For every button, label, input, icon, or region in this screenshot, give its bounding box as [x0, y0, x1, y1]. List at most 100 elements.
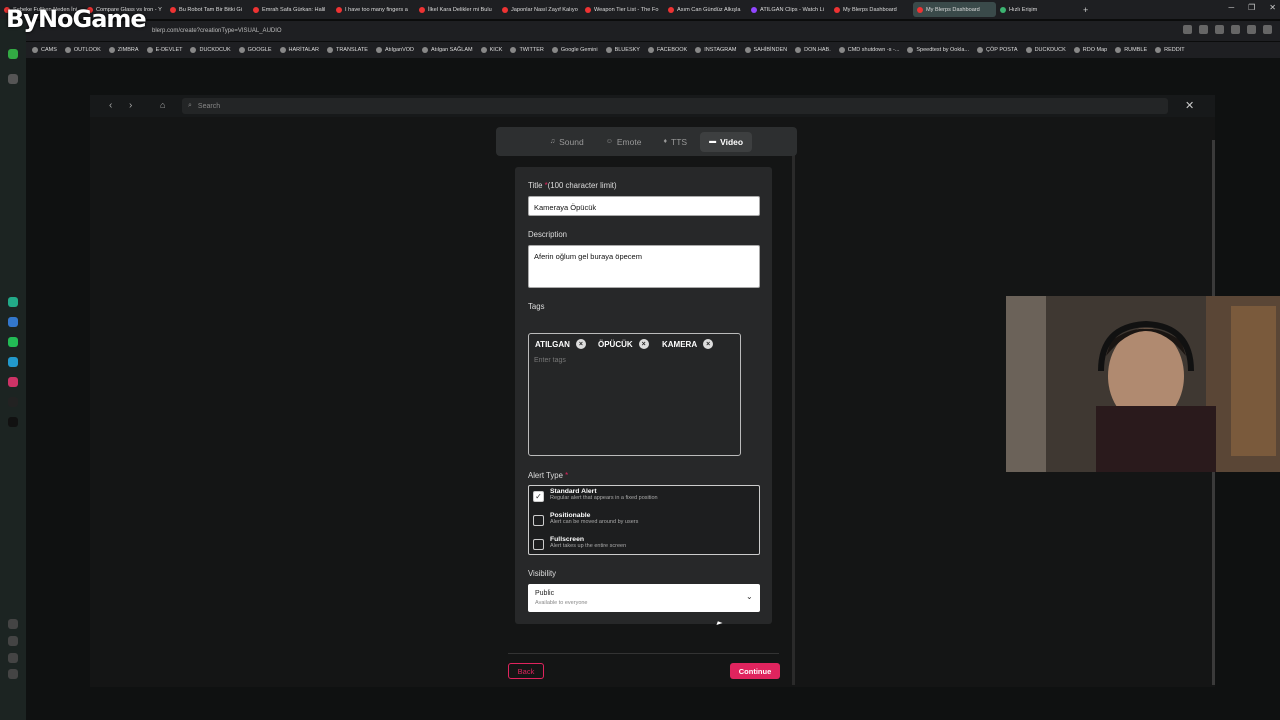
bookmark-icon	[695, 47, 702, 53]
browser-tab[interactable]: Japonlar Nasıl Zayıf Kalıyo	[498, 2, 581, 17]
home-icon[interactable]: ⌂	[160, 100, 165, 110]
tab-emote[interactable]: ☺ Emote	[597, 132, 651, 152]
browser-tab[interactable]: I have too many fingers a	[332, 2, 415, 17]
grid-icon[interactable]	[8, 619, 18, 629]
alert-option-standard-alert[interactable]: ✓ Standard Alert Regular alert that appear…	[533, 488, 658, 502]
bookmark-icon	[744, 47, 751, 53]
extension-icon[interactable]	[1199, 25, 1208, 34]
alert-option-fullscreen[interactable]: Fullscreen Alert takes up the entire scre…	[533, 536, 626, 550]
bookmark-icon	[647, 47, 654, 53]
continue-button[interactable]: Continue	[730, 663, 780, 679]
checkbox[interactable]	[533, 539, 544, 550]
option-description: Regular alert that appears in a fixed po…	[550, 495, 658, 501]
address-bar[interactable]: blerp.com/create?creationType=VISUAL_AUD…	[26, 21, 1280, 41]
bookmark-item[interactable]: ZIMBRA	[108, 47, 139, 53]
bookmark-item[interactable]: Speedtest by Ookla...	[907, 47, 969, 53]
bookmark-item[interactable]: AtılganVOD	[375, 47, 414, 53]
browser-tab[interactable]: Weapon Tier List - The Fo	[581, 2, 664, 17]
browser-tab[interactable]: Asım Can Gündüz Alkışla	[664, 2, 747, 17]
bookmark-item[interactable]: INSTAGRAM	[695, 47, 737, 53]
tab-favicon-icon	[502, 6, 508, 13]
bookmark-icon	[1155, 47, 1162, 53]
tiktok-icon[interactable]	[8, 397, 18, 407]
extension-icon[interactable]	[1231, 25, 1240, 34]
minimize-icon[interactable]: ─	[1228, 3, 1234, 12]
bookmark-item[interactable]: REDDIT	[1155, 47, 1185, 53]
remove-tag-icon[interactable]: ×	[703, 339, 714, 349]
checkbox[interactable]	[533, 515, 544, 526]
browser-tab[interactable]: My Blerps Dashboard	[830, 2, 913, 17]
tab-tts[interactable]: ♦ TTS	[654, 132, 696, 152]
bookmark-item[interactable]: RUMBLE	[1115, 47, 1147, 53]
messenger-icon[interactable]	[8, 317, 18, 327]
x-icon[interactable]	[8, 417, 18, 427]
bookmark-item[interactable]: TWITTER	[510, 47, 544, 53]
bookmark-item[interactable]: DUCKDUCK	[1025, 47, 1066, 53]
close-icon[interactable]: ✕	[1185, 99, 1194, 112]
tab-favicon-icon	[917, 6, 923, 13]
bookmark-item[interactable]: CAMS	[32, 47, 57, 53]
page-icon[interactable]	[8, 74, 18, 84]
browser-tab[interactable]: İlkel Kara Delikler mi Bulu	[415, 2, 498, 17]
tags-placeholder: Enter tags	[534, 357, 566, 364]
bookmark-item[interactable]: OUTLOOK	[64, 47, 101, 53]
bookmark-item[interactable]: DON.HAB.	[795, 47, 831, 53]
telegram-icon[interactable]	[8, 357, 18, 367]
forward-arrow-icon[interactable]: ›	[129, 100, 132, 111]
bookmark-item[interactable]: ÇÖP POSTA	[976, 47, 1018, 53]
edit-icon[interactable]	[8, 636, 18, 646]
remove-tag-icon[interactable]: ×	[575, 339, 586, 349]
bookmark-item[interactable]: HARİTALAR	[279, 47, 319, 53]
bookmark-item[interactable]: TRANSLATE	[326, 47, 368, 53]
bookmark-item[interactable]: CMD shutdown -s -...	[838, 47, 899, 53]
browser-tab[interactable]: Emrah Safa Gürkan: Halil	[249, 2, 332, 17]
bookmark-item[interactable]: FACEBOOK	[647, 47, 687, 53]
bookmark-item[interactable]: DUCKDCUK	[190, 47, 231, 53]
extension-icon[interactable]	[1183, 25, 1192, 34]
bookmark-item[interactable]: E-DEVLET	[146, 47, 182, 53]
bookmark-item[interactable]: GOOGLE	[238, 47, 272, 53]
bookmark-icon	[279, 47, 286, 53]
menu-icon[interactable]	[1263, 25, 1272, 34]
bookmark-item[interactable]: KICK	[480, 47, 502, 53]
back-button[interactable]: Back	[508, 663, 544, 679]
bookmark-item[interactable]: Atılgan SAĞLAM	[422, 47, 473, 53]
alert-option-positionable[interactable]: Positionable Alert can be moved around by…	[533, 512, 638, 526]
history-icon[interactable]	[8, 653, 18, 663]
title-label: Title *(100 character limit)	[528, 181, 617, 190]
whatsapp-icon[interactable]	[8, 337, 18, 347]
bookmark-item[interactable]: BLUESKY	[605, 47, 640, 53]
bookmark-label: REDDIT	[1164, 47, 1185, 53]
bookmark-item[interactable]: RDO Map	[1073, 47, 1107, 53]
browser-tab[interactable]: Bu Robot Tam Bir Bitki Gi	[166, 2, 249, 17]
browser-tab[interactable]: ATILGAN Clips - Watch Li	[747, 2, 830, 17]
description-input[interactable]: Aferin oğlum gel buraya öpecem	[528, 245, 760, 288]
settings-icon[interactable]	[8, 669, 18, 679]
title-input[interactable]: Kameraya Öpücük	[528, 196, 760, 216]
download-icon[interactable]	[1247, 25, 1256, 34]
url-text[interactable]: blerp.com/create?creationType=VISUAL_AUD…	[152, 28, 282, 34]
visibility-select[interactable]	[528, 584, 760, 612]
bookmark-icon	[146, 47, 153, 53]
extension-icon[interactable]	[1215, 25, 1224, 34]
workspace-icon[interactable]	[8, 49, 18, 59]
search-input[interactable]: ⌕ Search	[182, 98, 1168, 114]
bookmark-item[interactable]: Google Gemini	[551, 47, 598, 53]
maximize-icon[interactable]: ❐	[1248, 3, 1255, 12]
tags-input[interactable]	[528, 333, 741, 456]
back-arrow-icon[interactable]: ‹	[109, 100, 112, 111]
checkbox[interactable]: ✓	[533, 491, 544, 502]
new-tab-icon[interactable]: +	[1083, 5, 1088, 15]
instagram-icon[interactable]	[8, 377, 18, 387]
browser-tab[interactable]: Hızlı Erişim	[996, 2, 1079, 17]
tab-favicon-icon	[585, 6, 591, 13]
close-window-icon[interactable]: ✕	[1269, 3, 1276, 12]
browser-tab[interactable]: My Blerps Dashboard	[913, 2, 996, 17]
remove-tag-icon[interactable]: ×	[638, 339, 649, 349]
scrollbar[interactable]	[792, 140, 795, 685]
bookmark-item[interactable]: SAHİBİNDEN	[744, 47, 787, 53]
tab-sound[interactable]: ♫ Sound	[541, 132, 593, 152]
tab-video[interactable]: ▬ Video	[700, 131, 753, 152]
bookmark-label: GOOGLE	[247, 47, 272, 53]
app-icon[interactable]	[8, 297, 18, 307]
